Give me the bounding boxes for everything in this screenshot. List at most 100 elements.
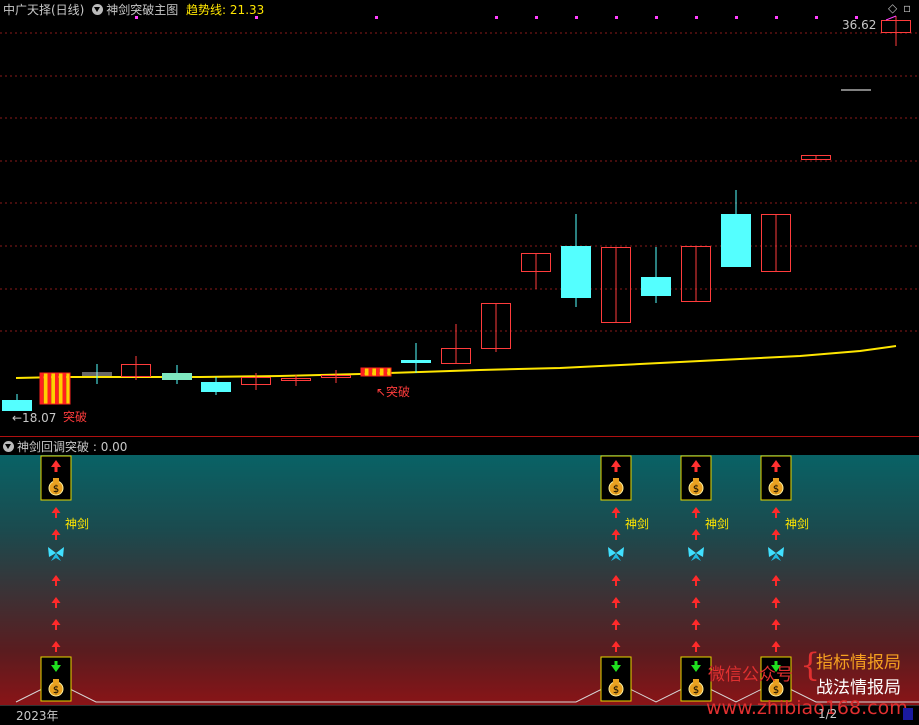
- up-arrow-icon: [775, 647, 777, 652]
- scroll-thumb[interactable]: [903, 708, 913, 720]
- main-header: 中广天择(日线) 神剑突破主图 趋势线: 21.33: [3, 1, 264, 18]
- up-arrow-icon: [775, 535, 777, 540]
- sub-value: : 0.00: [92, 440, 128, 454]
- candle-body: [401, 360, 431, 363]
- up-arrow-icon: [611, 619, 621, 625]
- signal-label-4: 神剑: [785, 517, 810, 531]
- up-arrow-icon: [611, 529, 621, 535]
- watermark-prefix: 微信公众号: [708, 665, 793, 685]
- candle-body: [2, 400, 32, 411]
- sub-collapse-icon[interactable]: [3, 441, 14, 452]
- up-arrow-icon: [51, 507, 61, 513]
- breakout-stripe: [62, 373, 67, 404]
- low-price-label: ←18.07: [12, 411, 57, 425]
- up-arrow-icon: [611, 597, 621, 603]
- up-arrow-icon: [55, 513, 57, 518]
- breakout-stripe: [58, 373, 63, 404]
- diamond-icon[interactable]: ◇: [888, 1, 897, 15]
- up-arrow-icon: [771, 641, 781, 647]
- signal-label-3: 神剑: [705, 517, 730, 531]
- up-arrow-icon: [771, 529, 781, 535]
- top-marker: [815, 16, 818, 19]
- up-arrow-icon: [615, 625, 617, 630]
- trend-label: 趋势线:: [186, 3, 227, 17]
- breakout-stripe: [379, 368, 384, 376]
- up-arrow-icon: [615, 513, 617, 518]
- dollar-sign-icon: $: [773, 484, 779, 495]
- up-arrow-icon: [54, 467, 58, 472]
- breakout-stripe: [372, 368, 376, 376]
- candle-body: [561, 246, 591, 298]
- high-arrow: [885, 15, 897, 21]
- watermark-line2: 战法情报局: [816, 678, 901, 698]
- candle-body: [201, 382, 231, 392]
- candle-body: [641, 277, 671, 296]
- up-arrow-icon: [614, 467, 618, 472]
- money-bag-icon: [773, 478, 779, 482]
- candlestick-chart[interactable]: [0, 0, 919, 437]
- indicator-name: 神剑突破主图: [106, 3, 179, 17]
- up-arrow-icon: [615, 535, 617, 540]
- up-arrow-icon: [55, 535, 57, 540]
- breakout-label-1: 突破: [63, 410, 88, 424]
- up-arrow-icon: [695, 581, 697, 586]
- money-bag-icon: [53, 478, 59, 482]
- up-arrow-icon: [611, 641, 621, 647]
- up-arrow-icon: [775, 625, 777, 630]
- sub-title: 神剑回调突破: [17, 440, 90, 454]
- candle-body: [162, 373, 192, 380]
- top-marker: [655, 16, 658, 19]
- up-arrow-icon: [771, 619, 781, 625]
- up-arrow-icon: [775, 603, 777, 608]
- breakout-stripe: [47, 373, 52, 404]
- up-arrow-icon: [775, 581, 777, 586]
- up-arrow-icon: [691, 529, 701, 535]
- up-arrow-icon: [55, 647, 57, 652]
- up-arrow-icon: [611, 507, 621, 513]
- sub-header: 神剑回调突破 : 0.00: [3, 438, 127, 455]
- breakout-stripe: [376, 368, 380, 376]
- money-bag-icon: [693, 679, 699, 683]
- signal-label-2: 神剑: [625, 517, 650, 531]
- dollar-sign-icon: $: [693, 685, 699, 696]
- dollar-sign-icon: $: [773, 685, 779, 696]
- breakout-stripe: [51, 373, 55, 404]
- trend-value: 21.33: [229, 3, 265, 17]
- up-arrow-icon: [615, 647, 617, 652]
- up-arrow-icon: [51, 641, 61, 647]
- candle-body: [721, 214, 751, 267]
- top-marker: [575, 16, 578, 19]
- up-arrow-icon: [771, 597, 781, 603]
- signal-label-1: 神剑: [65, 517, 90, 531]
- up-arrow-icon: [695, 535, 697, 540]
- top-marker: [535, 16, 538, 19]
- up-arrow-icon: [774, 467, 778, 472]
- dollar-sign-icon: $: [613, 484, 619, 495]
- up-arrow-icon: [611, 575, 621, 581]
- collapse-icon[interactable]: [92, 4, 104, 15]
- up-arrow-icon: [695, 513, 697, 518]
- dollar-sign-icon: $: [693, 484, 699, 495]
- top-marker: [615, 16, 618, 19]
- breakout-label-2: ↖突破: [376, 385, 411, 399]
- up-arrow-icon: [695, 625, 697, 630]
- up-arrow-icon: [691, 641, 701, 647]
- up-arrow-icon: [695, 647, 697, 652]
- top-marker: [495, 16, 498, 19]
- breakout-stripe: [368, 368, 373, 376]
- stock-name: 中广天择(日线): [3, 3, 85, 17]
- menu-icon[interactable]: ▫: [903, 1, 911, 15]
- high-price-label: 36.62: [842, 18, 877, 32]
- top-marker: [695, 16, 698, 19]
- up-arrow-icon: [771, 507, 781, 513]
- up-arrow-icon: [775, 513, 777, 518]
- dollar-sign-icon: $: [53, 484, 59, 495]
- dollar-sign-icon: $: [613, 685, 619, 696]
- up-arrow-icon: [615, 603, 617, 608]
- up-arrow-icon: [51, 597, 61, 603]
- up-arrow-icon: [691, 597, 701, 603]
- up-arrow-icon: [615, 581, 617, 586]
- money-bag-icon: [613, 478, 619, 482]
- up-arrow-icon: [694, 467, 698, 472]
- breakout-stripe: [40, 373, 44, 404]
